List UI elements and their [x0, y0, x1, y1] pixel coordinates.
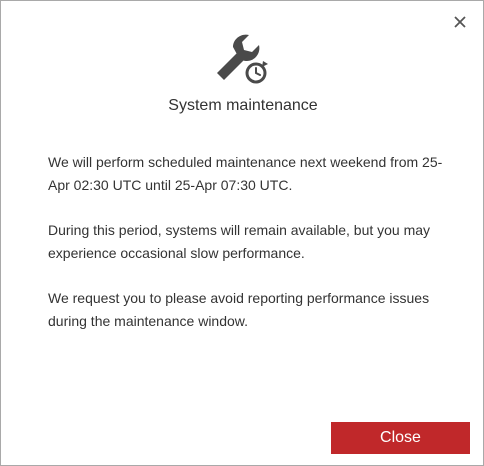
dialog-message: We will perform scheduled maintenance ne…: [48, 151, 448, 355]
message-paragraph-schedule: We will perform scheduled maintenance ne…: [48, 154, 443, 193]
message-paragraph-request: We request you to please avoid reporting…: [48, 290, 430, 329]
close-icon[interactable]: [451, 13, 469, 31]
wrench-clock-icon: [211, 33, 275, 89]
message-paragraph-impact: During this period, systems will remain …: [48, 222, 431, 261]
maintenance-dialog: System maintenance We will perform sched…: [0, 0, 484, 466]
dialog-title: System maintenance: [168, 97, 318, 114]
close-button[interactable]: Close: [331, 422, 470, 454]
